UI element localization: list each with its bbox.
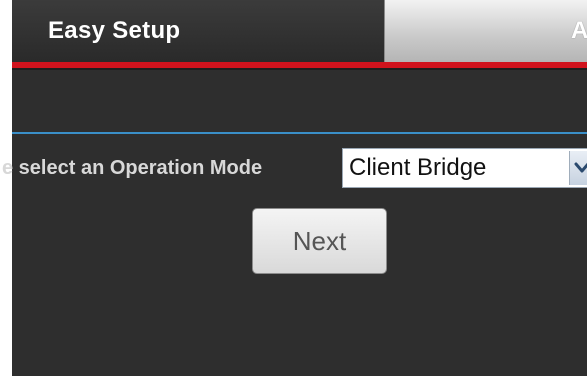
tab-advanced[interactable]: A	[384, 0, 587, 62]
setup-panel: Easy Setup A e select an Operation Mode …	[2, 0, 587, 376]
operation-mode-value: Client Bridge	[349, 154, 487, 181]
next-button[interactable]: Next	[252, 208, 387, 274]
operation-mode-label: e select an Operation Mode	[2, 157, 263, 179]
section-divider	[12, 132, 587, 134]
tab-bar: Easy Setup A	[12, 0, 587, 62]
operation-mode-select[interactable]: Client Bridge	[342, 148, 587, 188]
tab-underline-shadow	[12, 68, 587, 70]
chevron-down-icon	[574, 162, 587, 173]
tab-advanced-label: A	[571, 17, 587, 44]
dropdown-button[interactable]	[569, 151, 587, 185]
tab-easy-setup[interactable]: Easy Setup	[12, 0, 384, 62]
